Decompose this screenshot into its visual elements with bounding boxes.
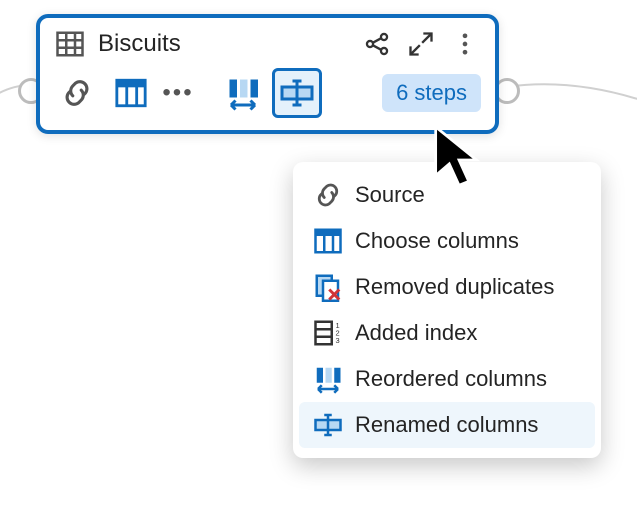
expand-icon[interactable] (405, 28, 437, 60)
more-icon[interactable] (449, 28, 481, 60)
popover-item-reordered-columns[interactable]: Reordered columns (299, 356, 595, 402)
choose-columns-step-icon[interactable] (108, 70, 154, 116)
source-icon (311, 178, 345, 212)
collapsed-steps-ellipsis[interactable]: ••• (162, 88, 194, 98)
table-icon (54, 28, 86, 60)
popover-item-added-index[interactable]: 1 2 3 Added index (299, 310, 595, 356)
popover-item-label: Choose columns (355, 228, 519, 254)
popover-item-source[interactable]: Source (299, 172, 595, 218)
reorder-columns-icon (311, 362, 345, 396)
steps-count-badge[interactable]: 6 steps (382, 74, 481, 112)
rename-columns-step-icon[interactable] (274, 70, 320, 116)
lineage-icon[interactable] (361, 28, 393, 60)
popover-item-renamed-columns[interactable]: Renamed columns (299, 402, 595, 448)
node-steps-row: ••• 6 steps (40, 64, 495, 130)
popover-item-label: Source (355, 182, 425, 208)
reorder-columns-step-icon[interactable] (220, 70, 266, 116)
query-node[interactable]: Biscuits (36, 14, 499, 134)
node-title: Biscuits (98, 30, 349, 58)
popover-item-removed-duplicates[interactable]: Removed duplicates (299, 264, 595, 310)
source-step-icon[interactable] (54, 70, 100, 116)
svg-text:3: 3 (336, 336, 340, 345)
choose-columns-icon (311, 224, 345, 258)
popover-item-label: Added index (355, 320, 477, 346)
removed-duplicates-icon (311, 270, 345, 304)
rename-columns-icon (311, 408, 345, 442)
popover-item-choose-columns[interactable]: Choose columns (299, 218, 595, 264)
popover-item-label: Renamed columns (355, 412, 538, 438)
popover-item-label: Removed duplicates (355, 274, 554, 300)
added-index-icon: 1 2 3 (311, 316, 345, 350)
steps-popover: Source Choose columns (293, 162, 601, 458)
node-header: Biscuits (40, 18, 495, 64)
popover-item-label: Reordered columns (355, 366, 547, 392)
